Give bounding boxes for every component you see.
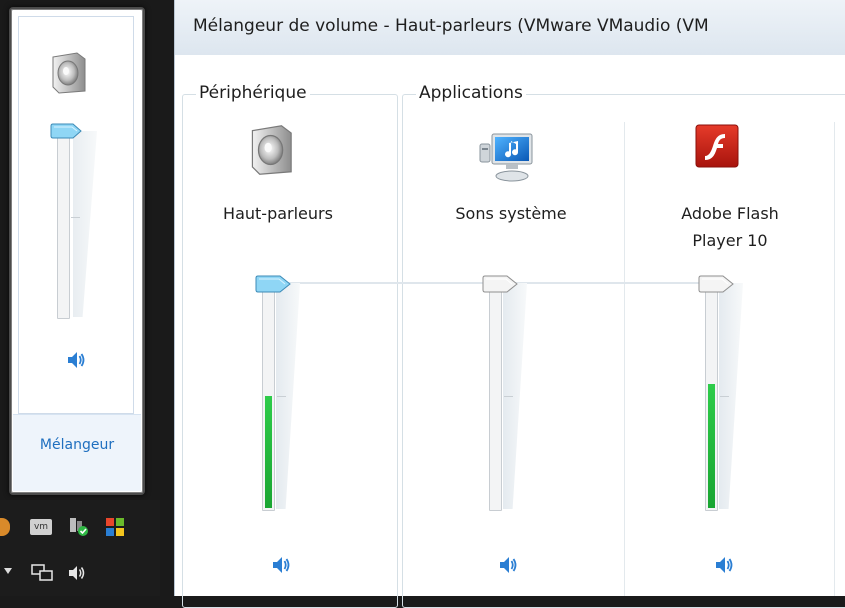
system-sounds-icon[interactable] [478,130,538,186]
volume-tray-icon[interactable] [66,564,90,582]
window-title: Mélangeur de volume - Haut-parleurs (VMw… [193,16,709,36]
show-hidden-icons-arrow-icon[interactable] [4,568,12,574]
usb-device-tray-icon[interactable] [67,516,91,538]
flash-channel-label-line2: Player 10 [692,231,768,250]
flyout-tick [71,217,80,218]
action-center-flag-icon[interactable] [104,516,126,538]
flash-channel-label-line1: Adobe Flash [681,204,779,223]
app-divider [834,122,835,596]
system-sounds-volume-thumb[interactable] [482,275,519,293]
adobe-flash-icon[interactable] [695,124,739,168]
flash-mute-speaker-icon[interactable] [713,554,735,576]
flyout-volume-track[interactable] [57,131,70,319]
flash-level-meter [708,384,715,508]
vmware-tray-icon[interactable]: vm [30,519,52,535]
speakers-volume-thumb[interactable] [255,275,292,293]
speakers-level-meter [265,396,272,508]
speakers-mute-speaker-icon[interactable] [270,554,292,576]
mixer-link[interactable]: Mélangeur [11,437,143,453]
speakers-channel-icon[interactable] [250,120,296,180]
speakers-tick [277,396,286,397]
app-divider [624,122,625,596]
network-tray-icon[interactable] [30,563,54,583]
window-titlebar[interactable]: Mélangeur de volume - Haut-parleurs (VMw… [174,0,845,55]
system-sounds-mute-speaker-icon[interactable] [497,554,519,576]
flyout-volume-thumb[interactable] [50,123,83,139]
flyout-mute-speaker-icon[interactable] [65,349,87,371]
applications-group-label: Applications [416,83,526,103]
volume-flyout: Mélangeur [9,7,145,495]
flash-volume-thumb[interactable] [698,275,735,293]
flash-tick [720,396,729,397]
device-group-label: Périphérique [196,83,310,103]
speakers-channel-label: Haut-parleurs [223,204,333,223]
system-sounds-tick [504,396,513,397]
system-sounds-channel-label: Sons système [455,204,567,223]
system-sounds-volume-track[interactable] [489,283,502,511]
speaker-device-icon[interactable] [51,51,89,95]
